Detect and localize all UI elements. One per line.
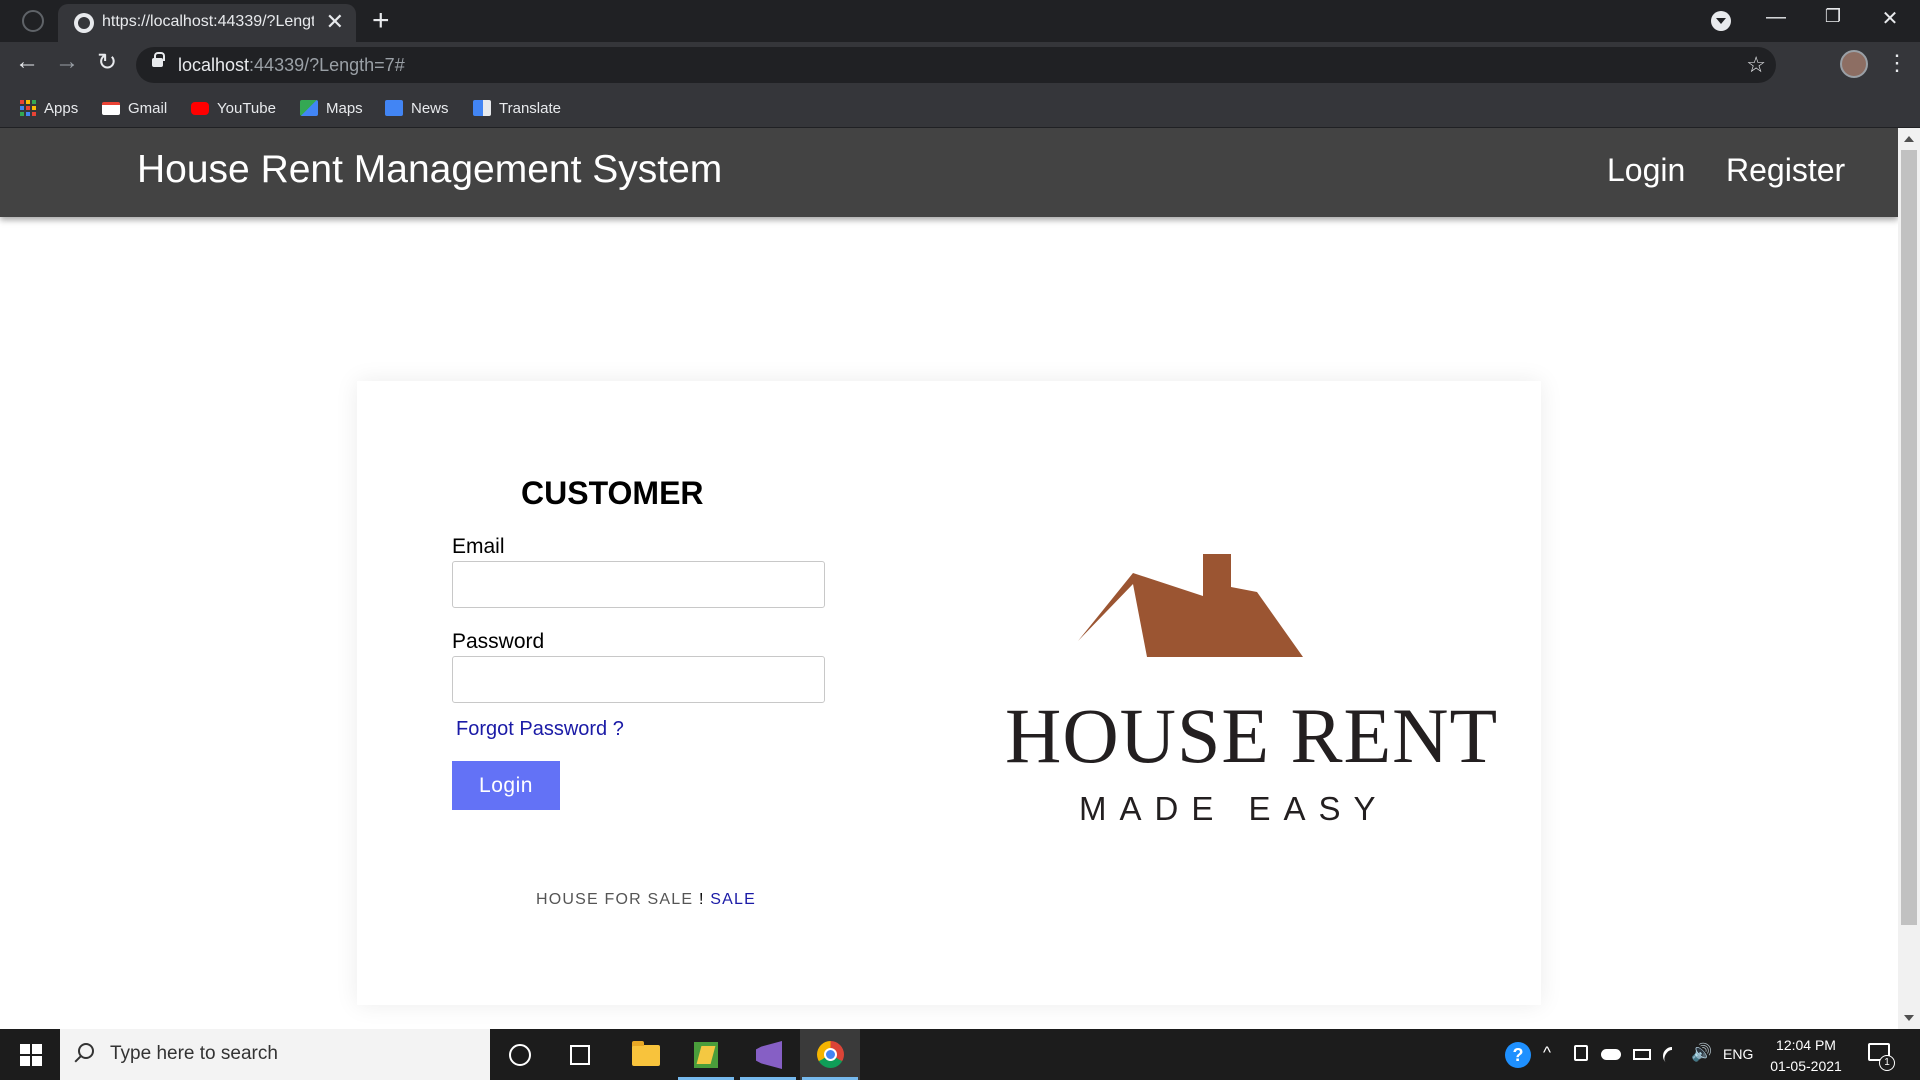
url-path: :44339/?Length=7# bbox=[249, 55, 405, 75]
wifi-icon[interactable] bbox=[1659, 1043, 1685, 1069]
windows-start-icon[interactable] bbox=[20, 1044, 42, 1066]
site-title[interactable]: House Rent Management System bbox=[137, 148, 722, 192]
scrollbar-thumb[interactable] bbox=[1901, 150, 1917, 925]
visual-studio-icon bbox=[756, 1041, 782, 1069]
bookmark-maps[interactable]: Maps bbox=[300, 96, 363, 120]
chrome-taskbar-button[interactable] bbox=[800, 1029, 860, 1080]
bookmark-youtube[interactable]: YouTube bbox=[191, 96, 276, 120]
search-icon bbox=[78, 1043, 94, 1059]
email-label: Email bbox=[452, 535, 505, 558]
password-label: Password bbox=[452, 630, 545, 653]
footnote-exclamation: ! bbox=[698, 891, 705, 908]
bookmark-apps[interactable]: Apps bbox=[20, 96, 78, 120]
task-view-button[interactable] bbox=[560, 1029, 620, 1080]
bookmark-label: Apps bbox=[44, 99, 79, 117]
browser-tab-active[interactable]: https://localhost:44339/?Length= ✕ bbox=[58, 4, 356, 42]
house-roof-logo bbox=[1078, 554, 1303, 657]
windows-taskbar: Type here to search ? ^ 🔊 ENG 12:04 PM 0… bbox=[0, 1029, 1920, 1080]
minimize-button[interactable]: — bbox=[1756, 6, 1796, 29]
browser-toolbar: ← → ↻ localhost:44339/?Length=7# ☆ ⋮ bbox=[0, 42, 1920, 88]
password-field[interactable] bbox=[452, 656, 825, 703]
device-icon[interactable] bbox=[1574, 1045, 1588, 1061]
address-bar[interactable]: localhost:44339/?Length=7# ☆ bbox=[136, 47, 1776, 83]
tab-title: https://localhost:44339/?Length= bbox=[102, 13, 314, 30]
reload-button[interactable]: ↻ bbox=[90, 48, 124, 77]
task-view-icon bbox=[570, 1045, 590, 1065]
login-button[interactable]: Login bbox=[452, 761, 560, 810]
onedrive-icon[interactable] bbox=[1601, 1049, 1621, 1060]
back-button[interactable]: ← bbox=[10, 48, 44, 76]
site-header: House Rent Management System Login Regis… bbox=[0, 128, 1898, 217]
tab-close-icon[interactable]: ✕ bbox=[326, 9, 344, 35]
github-icon[interactable] bbox=[22, 10, 44, 32]
file-explorer-button[interactable] bbox=[614, 1029, 674, 1080]
nav-register-link[interactable]: Register bbox=[1726, 152, 1845, 189]
globe-icon bbox=[74, 13, 94, 33]
gmail-icon bbox=[102, 101, 120, 115]
email-field[interactable] bbox=[452, 561, 825, 608]
battery-icon[interactable] bbox=[1633, 1049, 1651, 1060]
bookmark-label: Translate bbox=[499, 99, 561, 117]
youtube-icon bbox=[191, 101, 209, 115]
news-icon bbox=[385, 100, 403, 116]
bookmarks-bar: Apps Gmail YouTube Maps News Translate bbox=[0, 88, 1920, 128]
sqlite-icon bbox=[694, 1042, 718, 1068]
cortana-icon bbox=[509, 1044, 531, 1066]
footnote: HOUSE FOR SALE ! SALE bbox=[536, 891, 756, 909]
bookmark-label: Maps bbox=[326, 99, 363, 117]
lock-icon[interactable] bbox=[152, 52, 165, 67]
language-indicator[interactable]: ENG bbox=[1723, 1046, 1753, 1062]
logo-tagline: MADE EASY bbox=[1079, 790, 1389, 827]
scroll-down-icon[interactable] bbox=[1904, 1015, 1914, 1021]
cortana-button[interactable] bbox=[500, 1029, 560, 1080]
url-host: localhost bbox=[178, 55, 250, 75]
visual-studio-button[interactable] bbox=[738, 1029, 798, 1080]
folder-icon bbox=[632, 1041, 660, 1066]
tab-search-icon[interactable] bbox=[1711, 11, 1731, 31]
bookmark-translate[interactable]: Translate bbox=[473, 96, 561, 120]
forgot-password-link[interactable]: Forgot Password ? bbox=[456, 718, 624, 741]
restore-button[interactable]: ❐ bbox=[1813, 6, 1853, 27]
forward-button[interactable]: → bbox=[50, 48, 84, 76]
bookmark-label: Gmail bbox=[128, 99, 168, 117]
bookmark-label: YouTube bbox=[217, 99, 276, 117]
bookmark-label: News bbox=[411, 99, 449, 117]
page-scrollbar[interactable] bbox=[1898, 128, 1920, 1029]
profile-avatar[interactable] bbox=[1840, 50, 1868, 78]
clock-time: 12:04 PM bbox=[1776, 1037, 1836, 1053]
search-placeholder: Type here to search bbox=[110, 1043, 278, 1064]
maps-icon bbox=[300, 100, 318, 116]
logo-main-text: HOUSE RENT bbox=[1005, 692, 1499, 779]
tray-overflow-icon[interactable]: ^ bbox=[1543, 1043, 1551, 1063]
login-card: CUSTOMER Email Password Forgot Password … bbox=[357, 381, 1541, 1005]
url-text[interactable]: localhost:44339/?Length=7# bbox=[178, 55, 405, 76]
browser-menu-icon[interactable]: ⋮ bbox=[1886, 50, 1908, 76]
form-heading: CUSTOMER bbox=[521, 475, 704, 511]
sqlite-app-button[interactable] bbox=[676, 1029, 736, 1080]
new-tab-button[interactable]: + bbox=[372, 4, 390, 38]
notification-badge: 1 bbox=[1879, 1055, 1895, 1071]
apps-grid-icon bbox=[20, 100, 36, 116]
volume-icon[interactable]: 🔊 bbox=[1691, 1043, 1712, 1063]
sale-link[interactable]: SALE bbox=[710, 891, 756, 908]
page-viewport: House Rent Management System Login Regis… bbox=[0, 128, 1898, 1029]
close-window-button[interactable]: ✕ bbox=[1870, 6, 1910, 31]
browser-tab-strip: https://localhost:44339/?Length= ✕ + — ❐… bbox=[0, 0, 1920, 42]
bookmark-star-icon[interactable]: ☆ bbox=[1746, 52, 1766, 78]
scroll-up-icon[interactable] bbox=[1904, 136, 1914, 142]
nav-login-link[interactable]: Login bbox=[1607, 152, 1685, 189]
clock-date: 01-05-2021 bbox=[1770, 1058, 1842, 1074]
translate-icon bbox=[473, 100, 491, 116]
help-icon[interactable]: ? bbox=[1505, 1042, 1531, 1068]
chrome-icon bbox=[817, 1041, 844, 1068]
clock[interactable]: 12:04 PM 01-05-2021 bbox=[1766, 1035, 1846, 1077]
bookmark-news[interactable]: News bbox=[385, 96, 449, 120]
footnote-text: HOUSE FOR SALE bbox=[536, 891, 694, 908]
roof-shape bbox=[1078, 554, 1303, 657]
taskbar-search-input[interactable]: Type here to search bbox=[60, 1029, 490, 1080]
bookmark-gmail[interactable]: Gmail bbox=[102, 96, 167, 120]
